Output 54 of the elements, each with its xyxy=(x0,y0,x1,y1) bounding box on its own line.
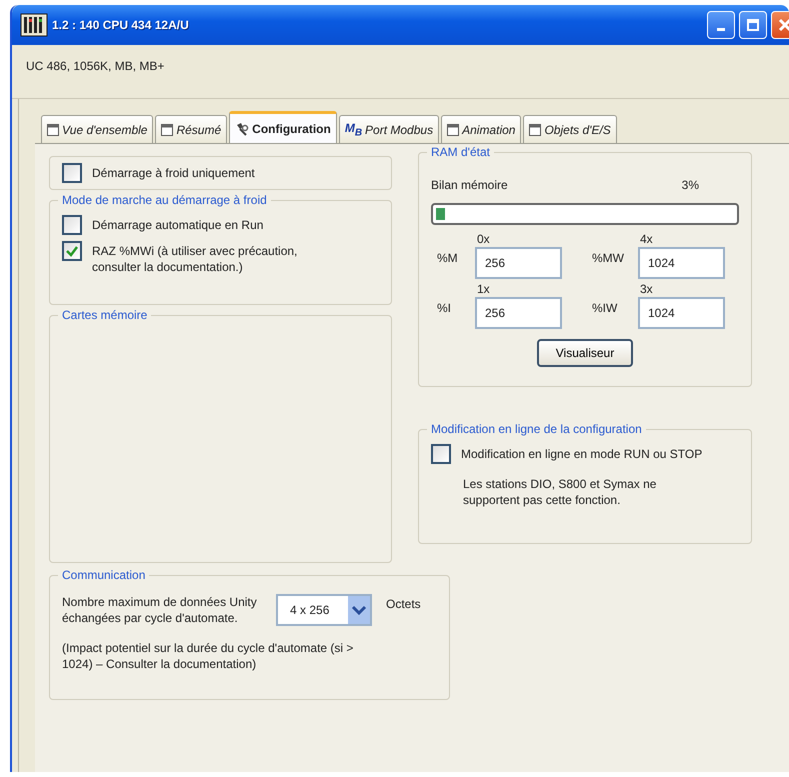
window-icon xyxy=(447,124,460,136)
checkbox-label: RAZ %MWi (à utiliser avec précaution, consulter la documentation.) xyxy=(92,243,298,275)
note-text: (Impact potentiel sur la durée du cycle d'automate (si > 1024) – Consulter la documentation) xyxy=(62,640,354,672)
tool-icon xyxy=(235,122,250,136)
viewer-button[interactable]: Visualiseur xyxy=(537,339,633,367)
group-title: Mode de marche au démarrage à froid xyxy=(58,193,271,207)
dropdown[interactable]: 4 x 256 xyxy=(276,594,372,626)
checkbox-label: Modification en ligne en mode RUN ou STOP xyxy=(461,446,702,462)
field-header: 0x xyxy=(476,231,491,247)
minimize-button[interactable] xyxy=(707,11,735,39)
checkbox[interactable] xyxy=(431,444,451,464)
checkbox-label: Démarrage à froid uniquement xyxy=(92,165,255,181)
group-title: Communication xyxy=(58,568,150,582)
field-label: %M xyxy=(437,251,459,267)
checkbox-label: Démarrage automatique en Run xyxy=(92,217,264,233)
window-icon xyxy=(529,124,542,136)
input-field[interactable]: 1024 xyxy=(638,297,725,329)
window-icon xyxy=(47,124,59,136)
checkbox[interactable] xyxy=(62,241,82,261)
tab[interactable]: M$_{B}$ Port Modbus xyxy=(338,115,440,143)
field-header: 3x xyxy=(639,281,654,297)
tab[interactable]: Vue d'ensemble xyxy=(41,115,154,143)
setting-label: Nombre maximum de données Unity échangées par cycle d'automate. xyxy=(62,594,258,626)
rack-icon xyxy=(20,13,48,37)
field-label: %IW xyxy=(592,301,618,317)
close-icon xyxy=(778,18,789,32)
checkbox[interactable] xyxy=(62,215,82,235)
note-text: Les stations DIO, S800 et Symax ne supportent pas cette fonction. xyxy=(463,476,658,508)
device-info: UC 486, 1056K, MB, MB+ xyxy=(26,59,164,73)
field-header: 4x xyxy=(639,231,654,247)
maximize-icon xyxy=(746,18,760,32)
tab[interactable]: Configuration xyxy=(229,111,337,143)
field-header: 1x xyxy=(476,281,491,297)
field-label: %MW xyxy=(592,251,625,267)
window-title: 1.2 : 140 CPU 434 12A/U xyxy=(52,18,190,32)
group-title: RAM d'état xyxy=(427,145,494,159)
window-icon xyxy=(161,124,174,136)
group-title: Modification en ligne de la configuration xyxy=(427,422,646,436)
tab[interactable]: Objets d'E/S xyxy=(523,115,617,143)
input-field[interactable]: 1024 xyxy=(638,247,725,279)
check-icon xyxy=(65,244,79,258)
minimize-icon xyxy=(717,28,725,30)
tab[interactable]: Résumé xyxy=(155,115,228,143)
maximize-button[interactable] xyxy=(739,11,767,39)
unit-label: Octets xyxy=(386,596,421,612)
group-title: Cartes mémoire xyxy=(58,308,152,322)
input-field[interactable]: 256 xyxy=(475,297,562,329)
memory-label: Bilan mémoire xyxy=(431,177,508,193)
field-label: %I xyxy=(437,301,452,317)
tab[interactable]: Animation xyxy=(441,115,522,143)
input-field[interactable]: 256 xyxy=(475,247,562,279)
memory-reading: 3% xyxy=(682,177,699,193)
chevron-down-icon xyxy=(348,596,370,624)
checkbox[interactable] xyxy=(62,163,82,183)
